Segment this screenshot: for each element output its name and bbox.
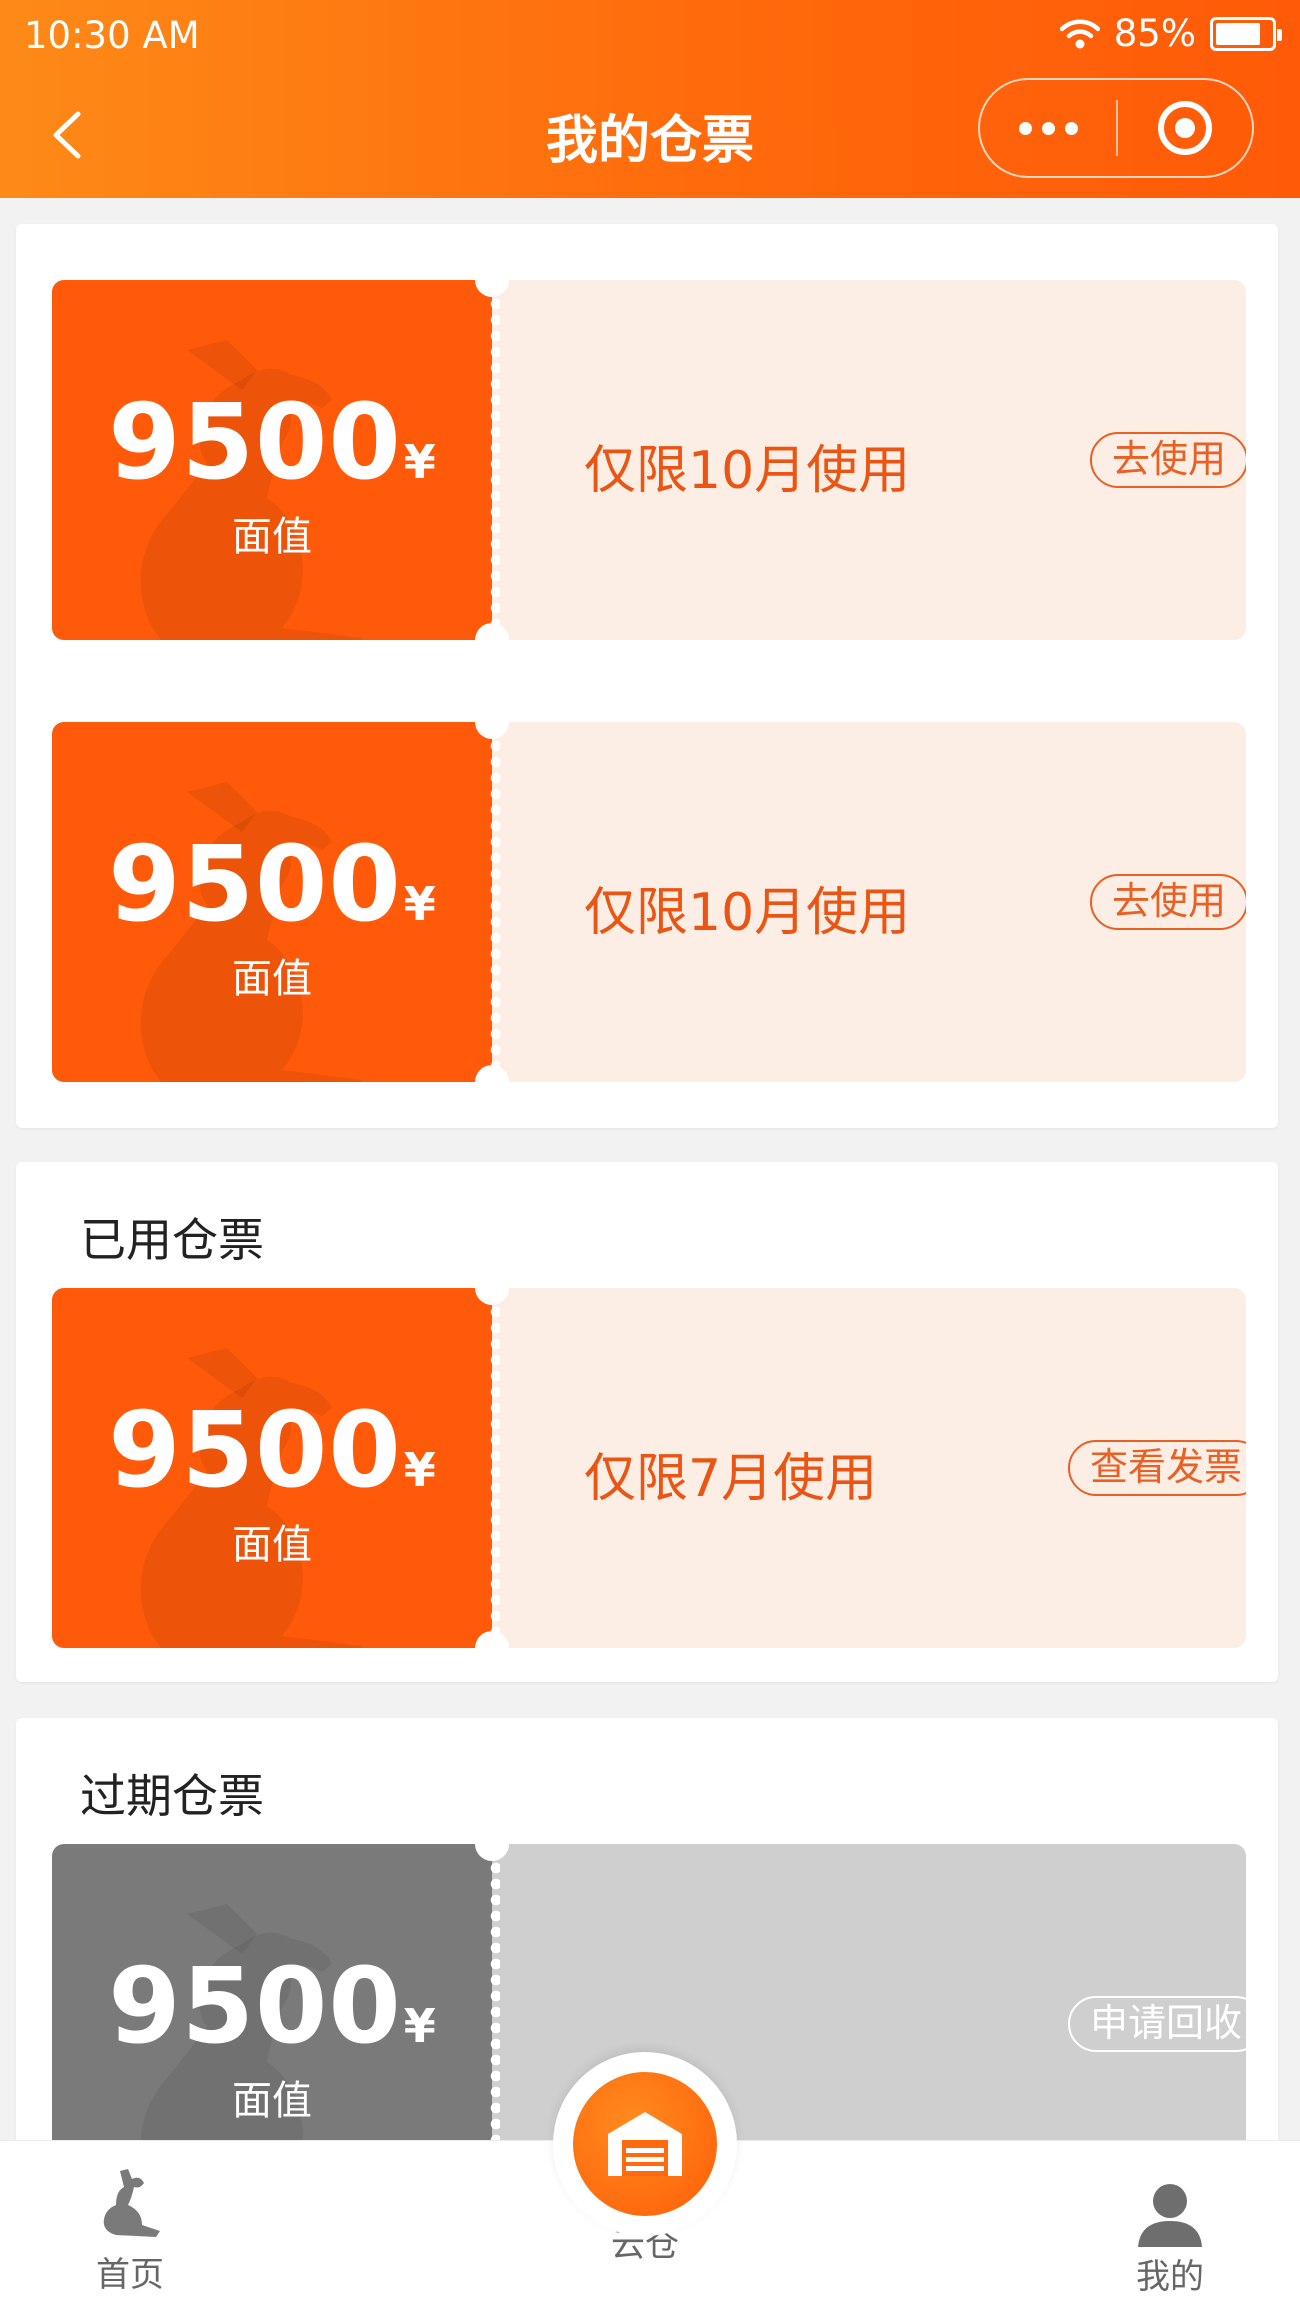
wifi-icon	[1059, 19, 1100, 48]
center-warehouse-button[interactable]	[573, 2072, 717, 2216]
status-indicators: 85%	[1059, 12, 1282, 55]
ticket-limit-text: 仅限10月使用	[584, 883, 911, 943]
view-invoice-button[interactable]: 查看发票	[1068, 1440, 1246, 1496]
currency-symbol: ¥	[403, 435, 436, 489]
tab-home[interactable]: 首页	[70, 2141, 190, 2312]
currency-symbol: ¥	[403, 877, 436, 931]
apply-recycle-button[interactable]: 申请回收	[1068, 1996, 1246, 2052]
user-icon	[1138, 2184, 1202, 2247]
close-mini-program-button[interactable]	[1118, 80, 1252, 176]
ticket-amount: 9500	[108, 1945, 402, 2067]
amount-label: 面值	[232, 1522, 312, 1568]
ticket-value-panel: 9500¥ 面值	[52, 722, 492, 1082]
active-tickets-card: 9500¥ 面值 仅限10月使用 去使用 9500¥ 面值 仅限10月使用 去使…	[16, 224, 1278, 1128]
mini-program-capsule	[978, 78, 1254, 178]
battery-percent: 85%	[1113, 12, 1196, 55]
used-tickets-card: 已用仓票 9500¥ 面值 仅限7月使用 查看发票	[16, 1162, 1278, 1682]
kangaroo-icon	[103, 2169, 160, 2237]
more-button[interactable]	[980, 80, 1116, 176]
ticket-value-panel: 9500¥ 面值	[52, 280, 492, 640]
ticket-info-panel: 仅限10月使用 去使用	[492, 280, 1246, 640]
perforation	[484, 722, 500, 1082]
perforation	[484, 280, 500, 640]
ticket-limit-text: 仅限10月使用	[584, 441, 911, 501]
ticket-amount: 9500	[108, 381, 402, 503]
header: 10:30 AM 85% 我的仓票	[0, 0, 1300, 198]
use-button[interactable]: 去使用	[1090, 874, 1246, 930]
ticket-value-panel: 9500¥ 面值	[52, 1288, 492, 1648]
tab-label-home: 首页	[96, 2255, 164, 2295]
tab-label-mine: 我的	[1136, 2257, 1204, 2297]
more-dots-icon	[1018, 121, 1032, 135]
ticket-limit-text: 仅限7月使用	[584, 1449, 878, 1509]
tab-mine[interactable]: 我的	[1110, 2141, 1230, 2312]
ticket-amount: 9500	[108, 1389, 402, 1511]
status-bar: 10:30 AM 85%	[0, 0, 1300, 72]
amount-label: 面值	[232, 2078, 312, 2124]
ticket-card[interactable]: 9500¥ 面值 仅限7月使用 查看发票	[52, 1288, 1246, 1648]
nav-bar: 我的仓票	[0, 72, 1300, 198]
warehouse-icon	[608, 2112, 682, 2176]
section-title-expired: 过期仓票	[80, 1769, 264, 1823]
status-time: 10:30 AM	[24, 14, 200, 57]
ticket-card[interactable]: 9500¥ 面值 仅限10月使用 去使用	[52, 722, 1246, 1082]
perforation	[484, 1288, 500, 1648]
ticket-info-panel: 仅限10月使用 去使用	[492, 722, 1246, 1082]
ticket-info-panel: 仅限7月使用 查看发票	[492, 1288, 1246, 1648]
currency-symbol: ¥	[403, 1443, 436, 1497]
currency-symbol: ¥	[403, 1999, 436, 2053]
use-button[interactable]: 去使用	[1090, 432, 1246, 488]
amount-label: 面值	[232, 514, 312, 560]
target-icon	[1157, 101, 1212, 155]
battery-icon	[1210, 16, 1282, 51]
amount-label: 面值	[232, 956, 312, 1002]
ticket-amount: 9500	[108, 823, 402, 945]
section-title-used: 已用仓票	[80, 1213, 264, 1267]
ticket-card[interactable]: 9500¥ 面值 仅限10月使用 去使用	[52, 280, 1246, 640]
